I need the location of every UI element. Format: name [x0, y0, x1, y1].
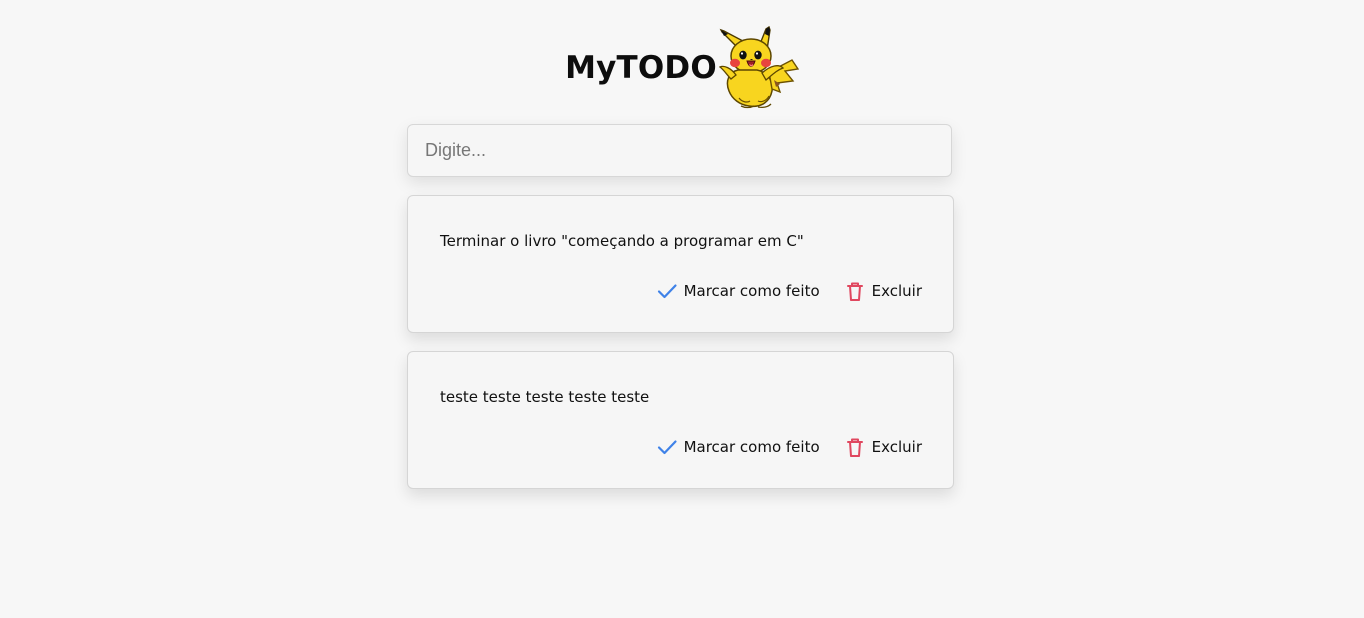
delete-button[interactable]: Excluir [844, 436, 922, 458]
trash-icon [844, 280, 866, 302]
checkmark-icon [656, 280, 678, 302]
task-actions: Marcar como feito Excluir [656, 435, 922, 459]
brand: MyTODO [565, 26, 799, 110]
checkmark-icon [656, 436, 678, 458]
app-title: MyTODO [565, 49, 717, 86]
mark-done-button[interactable]: Marcar como feito [656, 436, 820, 458]
mark-done-label: Marcar como feito [683, 282, 820, 300]
app-header: MyTODO [0, 24, 1364, 112]
mark-done-label: Marcar como feito [683, 438, 820, 456]
task-card: teste teste teste teste teste Marcar com… [407, 351, 954, 489]
task-text: Terminar o livro "começando a programar … [440, 232, 804, 250]
task-card: Terminar o livro "começando a programar … [407, 195, 954, 333]
task-text: teste teste teste teste teste [440, 388, 650, 406]
task-input[interactable] [408, 125, 951, 176]
mark-done-button[interactable]: Marcar como feito [656, 280, 820, 302]
delete-label: Excluir [871, 438, 922, 456]
pikachu-logo [718, 26, 799, 109]
trash-icon [844, 436, 866, 458]
task-input-container [407, 124, 952, 177]
delete-button[interactable]: Excluir [844, 280, 922, 302]
delete-label: Excluir [871, 282, 922, 300]
task-actions: Marcar como feito Excluir [656, 279, 922, 303]
